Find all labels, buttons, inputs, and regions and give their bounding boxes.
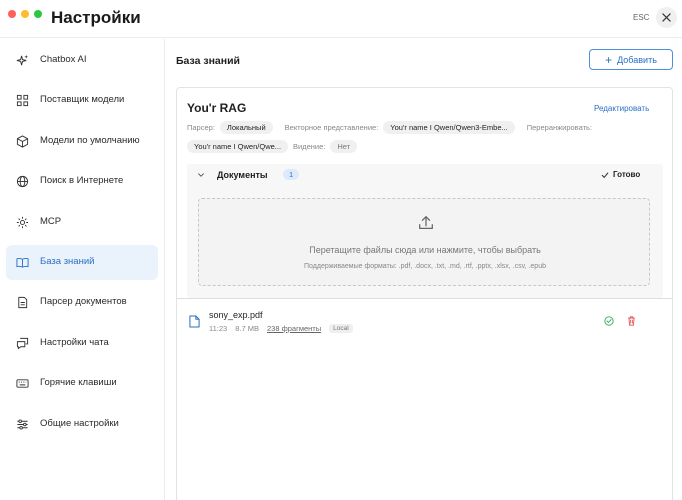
sidebar-item-default-models[interactable]: Модели по умолчанию (6, 124, 158, 159)
sidebar-item-chat-settings[interactable]: Настройки чата (6, 326, 158, 361)
sidebar-item-label: Настройки чата (40, 337, 109, 348)
add-knowledge-base-button[interactable]: + Добавить (589, 49, 673, 70)
knowledge-base-card: You'r RAG Редактировать Парсер: Локальны… (176, 87, 673, 500)
sidebar-item-label: Парсер документов (40, 296, 127, 307)
sidebar-item-chatbox-ai[interactable]: Chatbox AI (6, 43, 158, 78)
parser-label: Парсер: (187, 123, 215, 132)
book-icon (16, 257, 29, 268)
sidebar-item-label: Поиск в Интернете (40, 175, 124, 186)
title-bar: Настройки ESC (0, 0, 682, 38)
keyboard-icon (16, 379, 29, 388)
document-icon (18, 296, 28, 309)
chat-bubbles-icon (16, 337, 29, 350)
main-panel: База знаний + Добавить You'r RAG Редакти… (165, 39, 682, 500)
dropzone-text: Перетащите файлы сюда или нажмите, чтобы… (309, 245, 541, 255)
knowledge-base-name: You'r RAG (187, 101, 247, 115)
close-settings-button[interactable] (656, 7, 677, 28)
sidebar-item-label: Поставщик модели (40, 94, 125, 105)
sidebar-item-label: Горячие клавиши (40, 377, 117, 388)
minimize-window-button[interactable] (21, 10, 29, 18)
status-badge: Готово (601, 170, 640, 179)
kb-settings-row: Парсер: Локальный Векторное представлени… (187, 121, 592, 134)
divider (177, 298, 672, 299)
documents-header[interactable]: Документы 1 Готово (187, 164, 663, 186)
sidebar-item-web-search[interactable]: Поиск в Интернете (6, 164, 158, 199)
close-window-button[interactable] (8, 10, 16, 18)
embedding-label: Векторное представление: (284, 123, 379, 132)
documents-count-badge: 1 (283, 169, 300, 180)
kb-settings-row-2: You'r name I Qwen/Qwe... Видение: Нет (187, 140, 358, 153)
supported-formats: Поддерживаемые форматы: .pdf, .docx, .tx… (304, 263, 546, 270)
file-meta: 11:23 8.7 MB 238 фрагменты Local (209, 324, 353, 333)
documents-section: Документы 1 Готово Перетащите файлы сюда… (187, 164, 663, 298)
rerank-label: Переранжировать: (526, 123, 593, 132)
sidebar-item-general-settings[interactable]: Общие настройки (6, 407, 158, 442)
file-name: sony_exp.pdf (209, 310, 263, 320)
globe-icon (16, 175, 29, 188)
vision-label: Видение: (293, 142, 326, 151)
trash-icon[interactable] (627, 316, 636, 326)
maximize-window-button[interactable] (34, 10, 42, 18)
hammer-icon (16, 216, 29, 229)
sidebar-item-knowledge-base[interactable]: База знаний (6, 245, 158, 280)
cube-icon (16, 135, 29, 148)
file-size: 8.7 MB (235, 324, 259, 333)
add-button-label: Добавить (617, 54, 657, 65)
sidebar-item-document-parser[interactable]: Парсер документов (6, 285, 158, 320)
list-item[interactable]: sony_exp.pdf 11:23 8.7 MB 238 фрагменты … (187, 310, 663, 340)
sidebar-item-label: MCP (40, 216, 62, 227)
documents-title: Документы (217, 170, 268, 180)
sidebar-item-model-provider[interactable]: Поставщик модели (6, 83, 158, 118)
status-label: Готово (613, 170, 641, 179)
check-circle-icon (604, 316, 614, 326)
file-dropzone[interactable]: Перетащите файлы сюда или нажмите, чтобы… (198, 198, 650, 286)
source-badge: Local (329, 324, 353, 333)
sidebar-item-mcp[interactable]: MCP (6, 205, 158, 240)
sidebar-item-hotkeys[interactable]: Горячие клавиши (6, 366, 158, 401)
esc-hint: ESC (633, 13, 650, 22)
close-icon (662, 13, 671, 22)
sparkles-icon (16, 54, 29, 66)
section-title: База знаний (176, 55, 241, 67)
window-controls (8, 10, 42, 18)
check-icon (601, 171, 609, 178)
chunks-link[interactable]: 238 фрагменты (267, 324, 321, 333)
rerank-chip: You'r name I Qwen/Qwe... (187, 140, 289, 153)
sidebar-item-label: База знаний (40, 256, 95, 267)
sliders-icon (17, 419, 28, 430)
sidebar: Chatbox AI Поставщик модели Модели по ум… (0, 39, 165, 500)
sidebar-item-label: Общие настройки (40, 418, 119, 429)
upload-icon (419, 216, 433, 230)
grid-icon (16, 94, 29, 107)
plus-icon: + (605, 52, 613, 67)
embedding-chip: You'r name I Qwen/Qwen3-Embe... (383, 121, 515, 134)
vision-chip: Нет (330, 140, 358, 153)
edit-link[interactable]: Редактировать (594, 104, 649, 113)
parser-chip: Локальный (219, 121, 273, 134)
page-title: Настройки (51, 8, 141, 27)
file-time: 11:23 (209, 324, 228, 333)
sidebar-item-label: Модели по умолчанию (40, 135, 140, 146)
chevron-down-icon (198, 173, 204, 177)
file-icon (189, 315, 200, 328)
sidebar-item-label: Chatbox AI (40, 54, 87, 65)
